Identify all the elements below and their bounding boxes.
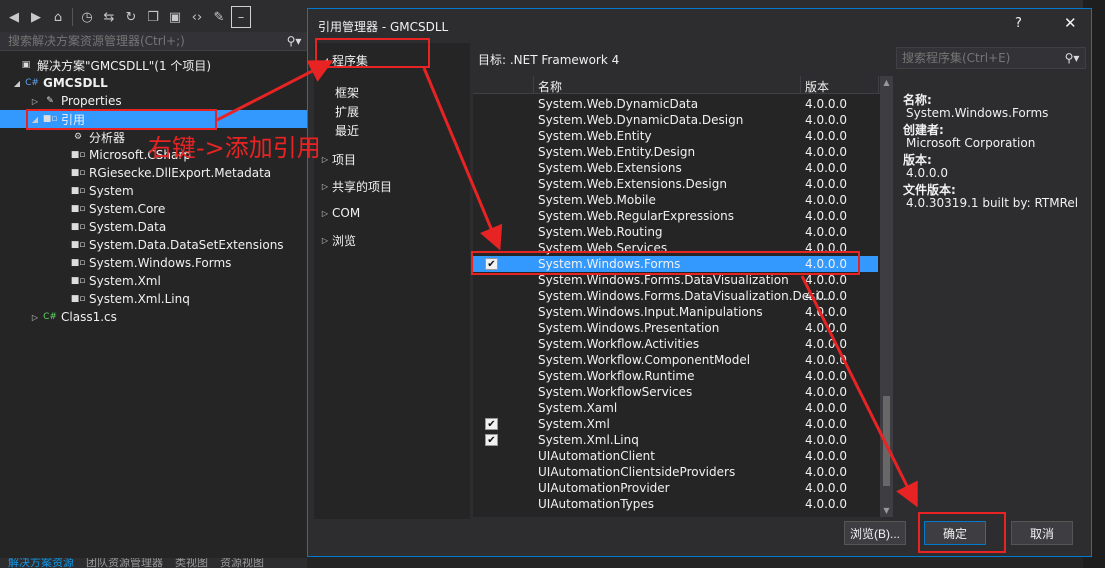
- arrow-row-to-ok: [800, 275, 918, 508]
- annotation-arrows: [216, 60, 918, 508]
- arrow-assemblies-to-row: [422, 67, 503, 251]
- arrow-references-to-assemblies: [216, 60, 334, 122]
